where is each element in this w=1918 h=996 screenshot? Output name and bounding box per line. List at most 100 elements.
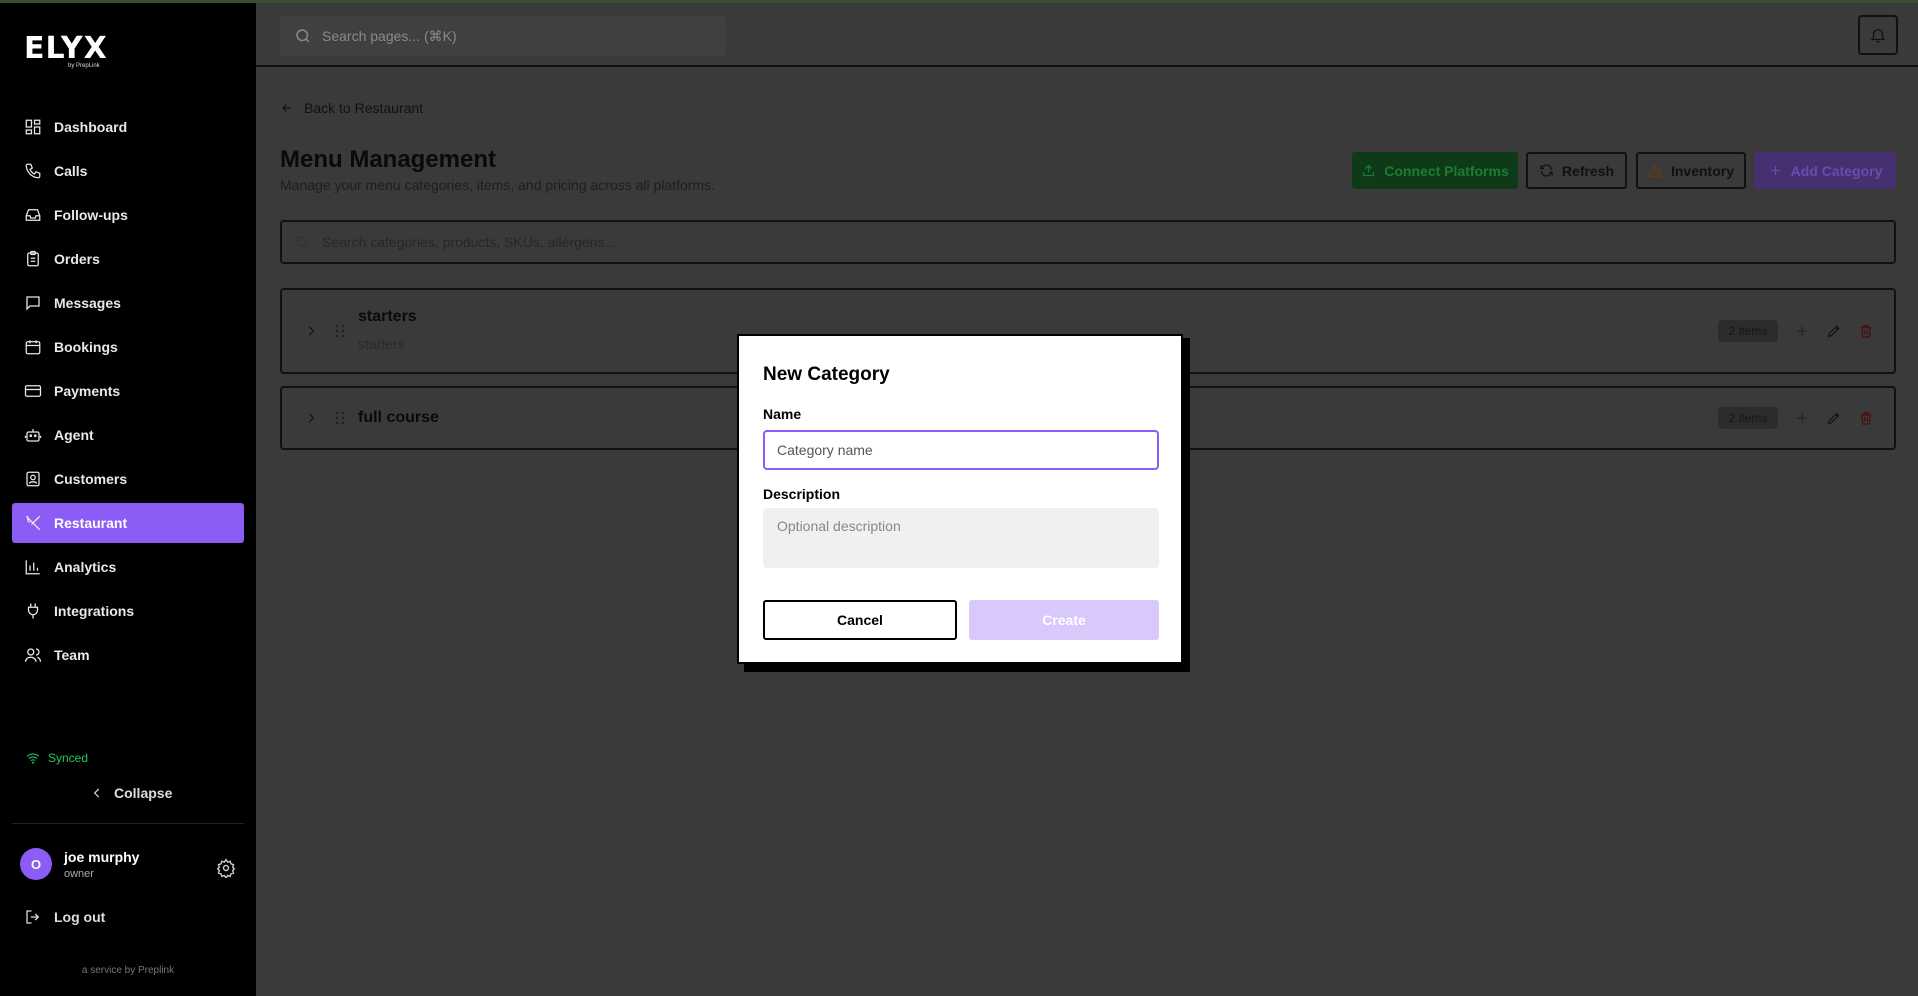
connect-platforms-label: Connect Platforms (1384, 162, 1509, 179)
sidebar-item-label: Payments (54, 383, 121, 399)
sidebar-item-label: Integrations (54, 603, 135, 619)
sidebar-item-calls[interactable]: Calls (12, 151, 244, 191)
service-footer: a service by Preplink (81, 965, 175, 976)
page-subtitle: Manage your menu categories, items, and … (280, 177, 715, 193)
inbox-icon (25, 209, 41, 221)
sidebar-item-label: Dashboard (54, 119, 128, 135)
warning-icon (1648, 163, 1663, 177)
sidebar-item-label: Orders (54, 251, 100, 267)
add-category-button[interactable]: Add Category (1754, 152, 1896, 189)
category-description-input[interactable] (763, 508, 1159, 568)
user-name: joe murphy (64, 848, 140, 865)
add-category-label: Add Category (1790, 162, 1883, 179)
refresh-label: Refresh (1561, 162, 1615, 179)
sidebar-item-orders[interactable]: Orders (12, 239, 244, 279)
drag-handle-icon[interactable] (334, 324, 346, 338)
page-title: Menu Management (280, 146, 497, 173)
sidebar-item-label: Calls (54, 163, 88, 179)
trash-icon[interactable] (1858, 323, 1874, 339)
sidebar-item-follow-ups[interactable]: Follow-ups (12, 195, 244, 235)
search-icon (296, 29, 310, 43)
sidebar-item-integrations[interactable]: Integrations (12, 591, 244, 631)
category-description: starters (358, 336, 405, 352)
sidebar-item-agent[interactable]: Agent (12, 415, 244, 455)
menu-search-placeholder: Search categories, products, SKUs, aller… (322, 234, 617, 250)
category-name-input[interactable] (763, 430, 1159, 470)
new-category-dialog: New Category Name Description Cancel Cre… (737, 334, 1183, 664)
contact-icon (26, 471, 40, 487)
back-link-label: Back to Restaurant (304, 100, 424, 116)
chevron-left-icon (93, 788, 100, 798)
sidebar-item-bookings[interactable]: Bookings (12, 327, 244, 367)
arrow-left-icon (282, 104, 292, 112)
sidebar-item-team[interactable]: Team (12, 635, 244, 675)
page-search-placeholder: Search pages... (⌘K) (322, 27, 457, 44)
sidebar-item-label: Customers (54, 471, 128, 487)
sidebar: ELYX by PrepLink Dashboard Calls Follow-… (0, 3, 256, 996)
inventory-button[interactable]: Inventory (1636, 152, 1746, 189)
sidebar-item-label: Analytics (54, 559, 117, 575)
back-link[interactable]: Back to Restaurant (280, 100, 423, 116)
notifications-button[interactable] (1858, 15, 1898, 55)
logo-text: ELYX (24, 31, 108, 66)
upload-icon (1363, 164, 1375, 177)
plus-icon[interactable] (1794, 323, 1810, 339)
sidebar-item-label: Team (54, 647, 90, 663)
top-header: Search pages... (⌘K) (256, 3, 1918, 67)
item-count-badge: 2 items (1718, 320, 1778, 342)
sidebar-item-messages[interactable]: Messages (12, 283, 244, 323)
wifi-icon (26, 753, 40, 764)
refresh-icon (1540, 164, 1553, 177)
brand-logo[interactable]: ELYX by PrepLink (24, 31, 108, 70)
logout-button[interactable]: Log out (24, 908, 105, 926)
logout-label: Log out (54, 909, 106, 925)
robot-icon (24, 429, 42, 442)
dialog-title: New Category (763, 364, 890, 385)
user-profile[interactable]: O joe murphy owner (20, 848, 139, 880)
pencil-icon[interactable] (1826, 410, 1842, 426)
plug-icon (27, 603, 39, 619)
calendar-icon (25, 340, 41, 355)
category-name: full course (358, 409, 439, 426)
grid-icon (25, 119, 41, 135)
sidebar-item-restaurant[interactable]: Restaurant (12, 503, 244, 543)
user-role: owner (64, 867, 94, 880)
phone-icon (25, 163, 41, 179)
drag-handle-icon[interactable] (334, 411, 346, 425)
menu-search-input[interactable]: Search categories, products, SKUs, aller… (280, 220, 1896, 264)
logout-icon (26, 910, 40, 924)
sync-status-label: Synced (48, 751, 89, 765)
message-icon (26, 296, 40, 311)
sidebar-item-label: Messages (54, 295, 121, 311)
gear-icon[interactable] (216, 858, 236, 878)
connect-platforms-button[interactable]: Connect Platforms (1352, 152, 1518, 189)
item-count-badge: 2 items (1718, 407, 1778, 429)
category-name: starters (358, 308, 417, 325)
sidebar-item-customers[interactable]: Customers (12, 459, 244, 499)
sidebar-item-label: Restaurant (54, 515, 128, 531)
sidebar-item-label: Bookings (54, 339, 118, 355)
sidebar-divider (12, 823, 244, 824)
create-button[interactable]: Create (969, 600, 1159, 640)
page-search-input[interactable]: Search pages... (⌘K) (280, 16, 726, 56)
clipboard-icon (27, 250, 39, 267)
sidebar-item-dashboard[interactable]: Dashboard (12, 107, 244, 147)
sidebar-item-analytics[interactable]: Analytics (12, 547, 244, 587)
collapse-button[interactable]: Collapse (90, 785, 172, 801)
cancel-button[interactable]: Cancel (763, 600, 957, 640)
inventory-label: Inventory (1670, 162, 1734, 179)
trash-icon[interactable] (1858, 410, 1874, 426)
sidebar-item-payments[interactable]: Payments (12, 371, 244, 411)
collapse-label: Collapse (114, 785, 173, 801)
description-label: Description (763, 486, 841, 502)
refresh-button[interactable]: Refresh (1526, 152, 1627, 189)
pencil-icon[interactable] (1826, 323, 1842, 339)
plus-icon[interactable] (1794, 410, 1810, 426)
bar-chart-icon (25, 560, 40, 575)
avatar: O (20, 848, 52, 880)
chevron-right-icon[interactable] (304, 324, 318, 338)
chevron-right-icon[interactable] (304, 411, 318, 425)
utensils-icon (25, 515, 41, 531)
sidebar-nav: Dashboard Calls Follow-ups Orders Messag… (12, 107, 244, 679)
sync-status: Synced (26, 751, 88, 765)
